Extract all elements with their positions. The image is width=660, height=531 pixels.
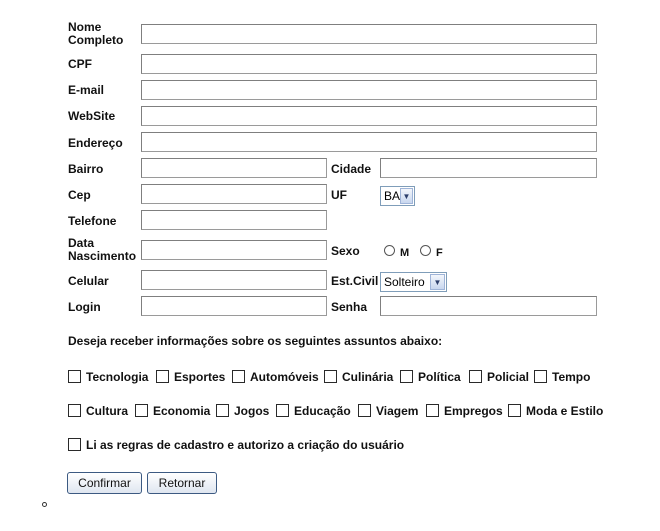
email-input[interactable]: [141, 80, 597, 100]
bullet-icon: [42, 502, 47, 507]
chevron-down-icon[interactable]: ▼: [430, 274, 445, 290]
chevron-down-icon[interactable]: ▼: [400, 188, 413, 204]
nascimento-label: Data Nascimento: [68, 236, 137, 263]
bairro-label: Bairro: [68, 162, 104, 176]
celular-label: Celular: [68, 274, 109, 288]
nome-input[interactable]: [141, 24, 597, 44]
interest-label: Automóveis: [250, 370, 319, 384]
back-button[interactable]: Retornar: [147, 472, 217, 494]
interest-label: Esportes: [174, 370, 226, 384]
estcivil-select[interactable]: Solteiro ▼: [380, 272, 447, 292]
interest-label: Jogos: [234, 404, 270, 418]
sexo-m-label: M: [400, 247, 410, 259]
endereco-input[interactable]: [141, 132, 597, 152]
sexo-m-radio[interactable]: [384, 245, 395, 256]
interest-checkbox[interactable]: [68, 370, 81, 383]
interest-label: Moda e Estilo: [526, 404, 604, 418]
sexo-label: Sexo: [331, 244, 360, 258]
nascimento-input[interactable]: [141, 240, 327, 260]
estcivil-selected-value: Solteiro: [384, 275, 425, 289]
nome-label: Nome Completo: [68, 20, 124, 47]
sexo-f-label: F: [436, 247, 443, 259]
agreement-checkbox[interactable]: [68, 438, 81, 451]
email-label: E-mail: [68, 83, 105, 97]
interest-label: Culinária: [342, 370, 394, 384]
cep-label: Cep: [68, 188, 91, 202]
interest-checkbox[interactable]: [469, 370, 482, 383]
interest-checkbox[interactable]: [135, 404, 148, 417]
interest-label: Tempo: [552, 370, 591, 384]
interest-label: Educação: [294, 404, 351, 418]
login-input[interactable]: [141, 296, 327, 316]
interest-label: Política: [418, 370, 461, 384]
interest-label: Viagem: [376, 404, 419, 418]
interest-checkbox[interactable]: [232, 370, 245, 383]
interest-checkbox[interactable]: [324, 370, 337, 383]
cpf-label: CPF: [68, 57, 92, 71]
interest-checkbox[interactable]: [156, 370, 169, 383]
interest-label: Policial: [487, 370, 530, 384]
interest-checkbox[interactable]: [508, 404, 521, 417]
interest-checkbox[interactable]: [358, 404, 371, 417]
interest-label: Empregos: [444, 404, 503, 418]
agreement-label: Li as regras de cadastro e autorizo a cr…: [86, 438, 405, 452]
interest-checkbox[interactable]: [216, 404, 229, 417]
cidade-input[interactable]: [380, 158, 597, 178]
bairro-input[interactable]: [141, 158, 327, 178]
interest-checkbox[interactable]: [68, 404, 81, 417]
endereco-label: Endereço: [68, 136, 123, 150]
telefone-input[interactable]: [141, 210, 327, 230]
senha-label: Senha: [331, 300, 368, 314]
telefone-label: Telefone: [68, 214, 117, 228]
interest-label: Cultura: [86, 404, 128, 418]
interest-label: Tecnologia: [86, 370, 149, 384]
senha-input[interactable]: [380, 296, 597, 316]
interest-label: Economia: [153, 404, 211, 418]
uf-select[interactable]: BA ▼: [380, 186, 415, 206]
cidade-label: Cidade: [331, 162, 372, 176]
interest-checkbox[interactable]: [276, 404, 289, 417]
interests-prompt: Deseja receber informações sobre os segu…: [68, 334, 443, 348]
celular-input[interactable]: [141, 270, 327, 290]
estcivil-label: Est.Civil: [331, 274, 379, 288]
confirm-button[interactable]: Confirmar: [67, 472, 142, 494]
interest-checkbox[interactable]: [400, 370, 413, 383]
cpf-input[interactable]: [141, 54, 597, 74]
interest-checkbox[interactable]: [426, 404, 439, 417]
interest-checkbox[interactable]: [534, 370, 547, 383]
cep-input[interactable]: [141, 184, 327, 204]
website-input[interactable]: [141, 106, 597, 126]
website-label: WebSite: [68, 109, 116, 123]
uf-label: UF: [331, 188, 347, 202]
login-label: Login: [68, 300, 101, 314]
sexo-f-radio[interactable]: [420, 245, 431, 256]
uf-selected-value: BA: [384, 189, 401, 203]
